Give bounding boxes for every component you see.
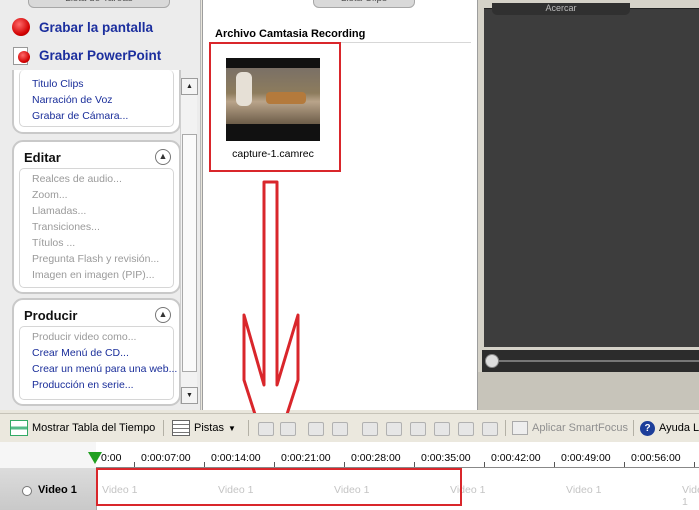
track-placeholder-label: Video 1 — [682, 484, 699, 508]
edit-collapse-icon[interactable]: ▲ — [155, 149, 171, 165]
record-powerpoint-button[interactable]: Grabar PowerPoint — [12, 45, 161, 65]
task-link-produce-video[interactable]: Producir video como... — [32, 331, 136, 343]
time-tick: 0:00:35:00 — [421, 452, 471, 464]
task-list-panel: Lista de Tareas Grabar la pantalla Graba… — [0, 0, 201, 410]
zoom-tab[interactable]: Acercar — [492, 3, 630, 15]
help-label: Ayuda L — [659, 422, 699, 434]
track-visibility-icon[interactable] — [22, 486, 32, 496]
track-header: Video 1 — [0, 468, 97, 510]
scroll-thumb[interactable] — [182, 134, 197, 372]
clip-bin-tab[interactable]: Lista Clips — [313, 0, 415, 8]
audio-volume-icon[interactable] — [458, 422, 474, 436]
task-link-audio-enhancements[interactable]: Realces de audio... — [32, 173, 122, 185]
time-tick: 0:00:56:00 — [631, 452, 681, 464]
task-link-title-clips[interactable]: Titulo Clips — [32, 78, 84, 90]
audio-fade-out-icon[interactable] — [410, 422, 426, 436]
edit-group-body: Realces de audio... Zoom... Llamadas... … — [19, 168, 174, 288]
audio-fade-in-icon[interactable] — [386, 422, 402, 436]
time-tick: 0:00:07:00 — [141, 452, 191, 464]
scroll-up-icon[interactable]: ▲ — [181, 78, 198, 95]
tracks-label: Pistas — [194, 422, 224, 434]
zoom-out-icon[interactable] — [280, 422, 296, 436]
clip-bin-section-title: Archivo Camtasia Recording — [215, 28, 366, 40]
produce-group-body: Producir video como... Crear Menú de CD.… — [19, 326, 177, 400]
split-icon[interactable] — [332, 422, 348, 436]
show-timeline-label: Mostrar Tabla del Tiempo — [32, 422, 156, 434]
timeline-toolbar: Mostrar Tabla del Tiempo Pistas ▼ Aplica… — [0, 413, 699, 443]
ruler-header — [0, 442, 96, 468]
task-link-record-camera[interactable]: Grabar de Cámara... — [32, 110, 128, 122]
zoom-in-icon[interactable] — [258, 422, 274, 436]
time-tick: 0:00:42:00 — [491, 452, 541, 464]
time-tick: 0:00:49:00 — [561, 452, 611, 464]
time-tick: 0:00:28:00 — [351, 452, 401, 464]
smartfocus-icon — [512, 421, 528, 435]
task-list-tab[interactable]: Lista de Tareas — [28, 0, 170, 8]
time-tick: 0:00:14:00 — [211, 452, 261, 464]
record-powerpoint-label: Grabar PowerPoint — [39, 47, 162, 63]
tracks-dropdown[interactable]: Pistas ▼ — [172, 419, 236, 437]
audio-icon[interactable] — [362, 422, 378, 436]
powerpoint-record-icon — [12, 46, 30, 65]
help-button[interactable]: ? Ayuda L — [640, 419, 699, 437]
task-link-titles[interactable]: Títulos ... — [32, 237, 75, 249]
timeline-ruler[interactable]: 0:00 0:00:07:00 0:00:14:00 0:00:21:00 0:… — [0, 442, 699, 468]
seek-handle[interactable] — [485, 354, 499, 368]
track-highlight-box — [96, 468, 462, 506]
video-track: Video 1 Video 1 Video 1 Video 1 Video 1 … — [0, 468, 699, 510]
clip-filename[interactable]: capture-1.camrec — [211, 148, 335, 160]
tracks-icon — [172, 420, 190, 436]
record-icon — [12, 18, 30, 36]
task-link-flash-quiz[interactable]: Pregunta Flash y revisión... — [32, 253, 159, 265]
produce-collapse-icon[interactable]: ▲ — [155, 307, 171, 323]
cut-icon[interactable] — [308, 422, 324, 436]
record-screen-button[interactable]: Grabar la pantalla — [12, 17, 153, 37]
task-link-transitions[interactable]: Transiciones... — [32, 221, 100, 233]
audio-normalize-icon[interactable] — [482, 422, 498, 436]
playhead-marker[interactable] — [88, 452, 102, 464]
edit-group-title: Editar — [24, 150, 61, 165]
dropdown-arrow-icon: ▼ — [227, 423, 236, 433]
preview-panel: Acercar — [478, 0, 699, 410]
edit-group: Editar ▲ Realces de audio... Zoom... Lla… — [12, 140, 181, 294]
task-link-callouts[interactable]: Llamadas... — [32, 205, 86, 217]
track-placeholder-label: Video 1 — [566, 484, 602, 496]
scroll-down-icon[interactable]: ▼ — [181, 387, 198, 404]
show-timeline-button[interactable]: Mostrar Tabla del Tiempo — [10, 419, 155, 437]
preview-seek-bar[interactable] — [482, 350, 699, 372]
task-link-picture-in-picture[interactable]: Imagen en imagen (PIP)... — [32, 269, 155, 281]
clip-thumbnail[interactable] — [226, 58, 320, 141]
task-link-voice-narration[interactable]: Narración de Voz — [32, 94, 113, 106]
smartfocus-button[interactable]: Aplicar SmartFocus — [512, 419, 628, 437]
track-name: Video 1 — [38, 484, 77, 496]
task-link-cd-menu[interactable]: Crear Menú de CD... — [32, 347, 129, 359]
task-link-zoom[interactable]: Zoom... — [32, 189, 68, 201]
add-group-body: Titulo Clips Narración de Voz Grabar de … — [19, 70, 174, 127]
task-panel-scrollbar[interactable]: ▲ ▼ — [180, 78, 198, 404]
time-tick: 0:00 — [101, 452, 122, 464]
produce-group: Producir ▲ Producir video como... Crear … — [12, 298, 181, 406]
audio-silence-icon[interactable] — [434, 422, 450, 436]
clip-highlight-box: capture-1.camrec — [209, 42, 341, 172]
time-tick: 0:00:21:00 — [281, 452, 331, 464]
preview-controls-area — [478, 372, 699, 410]
task-link-web-menu[interactable]: Crear un menú para una web... — [32, 363, 177, 375]
help-icon: ? — [640, 420, 655, 436]
record-screen-label: Grabar la pantalla — [39, 19, 154, 35]
timeline-icon — [10, 420, 28, 436]
add-group: Titulo Clips Narración de Voz Grabar de … — [12, 70, 181, 134]
preview-canvas[interactable]: Acercar — [484, 3, 699, 347]
task-link-batch-production[interactable]: Producción en serie... — [32, 379, 134, 391]
produce-group-title: Producir — [24, 308, 78, 323]
smartfocus-label: Aplicar SmartFocus — [532, 422, 628, 434]
